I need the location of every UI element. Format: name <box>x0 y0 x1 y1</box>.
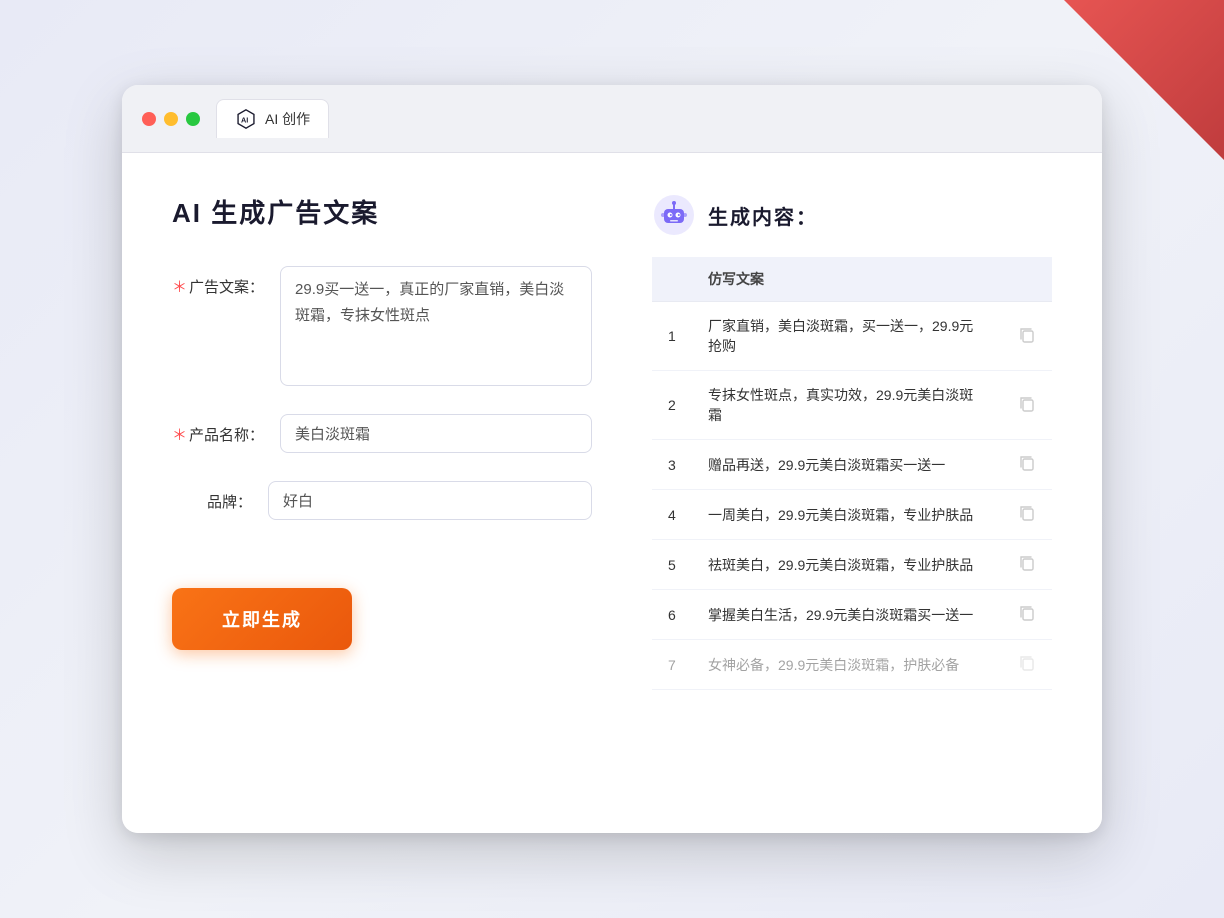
row-number: 1 <box>652 302 692 371</box>
browser-window: AI AI 创作 AI 生成广告文案 ＊广告文案： ＊产品名称： <box>122 85 1102 833</box>
tab-ai-creation[interactable]: AI AI 创作 <box>216 99 329 138</box>
table-row: 6掌握美白生活，29.9元美白淡斑霜买一送一 <box>652 590 1052 640</box>
copy-icon[interactable] <box>1018 654 1036 672</box>
row-text: 赠品再送，29.9元美白淡斑霜买一送一 <box>692 440 1002 490</box>
content-area: AI 生成广告文案 ＊广告文案： ＊产品名称： 品牌： 立即生成 <box>122 153 1102 833</box>
row-number: 5 <box>652 540 692 590</box>
results-table: 仿写文案 1厂家直销，美白淡斑霜，买一送一，29.9元抢购 2专抹女性斑点，真实… <box>652 257 1052 690</box>
maximize-button[interactable] <box>186 112 200 126</box>
required-mark-product: ＊ <box>172 427 187 444</box>
row-text: 厂家直销，美白淡斑霜，买一送一，29.9元抢购 <box>692 302 1002 371</box>
copy-icon[interactable] <box>1018 395 1036 413</box>
col-content: 仿写文案 <box>692 257 1002 302</box>
table-row: 4一周美白，29.9元美白淡斑霜，专业护肤品 <box>652 490 1052 540</box>
traffic-lights <box>142 112 200 126</box>
row-text: 祛斑美白，29.9元美白淡斑霜，专业护肤品 <box>692 540 1002 590</box>
table-row: 7女神必备，29.9元美白淡斑霜，护肤必备 <box>652 640 1052 690</box>
table-header-row: 仿写文案 <box>652 257 1052 302</box>
copy-icon[interactable] <box>1018 326 1036 344</box>
row-number: 3 <box>652 440 692 490</box>
row-number: 6 <box>652 590 692 640</box>
row-text: 一周美白，29.9元美白淡斑霜，专业护肤品 <box>692 490 1002 540</box>
table-row: 3赠品再送，29.9元美白淡斑霜买一送一 <box>652 440 1052 490</box>
minimize-button[interactable] <box>164 112 178 126</box>
table-row: 5祛斑美白，29.9元美白淡斑霜，专业护肤品 <box>652 540 1052 590</box>
table-row: 1厂家直销，美白淡斑霜，买一送一，29.9元抢购 <box>652 302 1052 371</box>
table-row: 2专抹女性斑点，真实功效，29.9元美白淡斑霜 <box>652 371 1052 440</box>
right-panel: 生成内容： 仿写文案 1厂家直销，美白淡斑霜，买一送一，29.9元抢购 2专抹女… <box>652 193 1052 793</box>
generate-button[interactable]: 立即生成 <box>172 588 352 650</box>
brand-group: 品牌： <box>172 481 592 520</box>
tab-label: AI 创作 <box>265 109 310 129</box>
left-panel: AI 生成广告文案 ＊广告文案： ＊产品名称： 品牌： 立即生成 <box>172 193 592 793</box>
ad-copy-label: ＊广告文案： <box>172 266 264 297</box>
product-name-input[interactable] <box>280 414 592 453</box>
product-name-label-text: 产品名称： <box>189 427 264 444</box>
row-number: 7 <box>652 640 692 690</box>
copy-icon[interactable] <box>1018 604 1036 622</box>
row-number: 4 <box>652 490 692 540</box>
page-title: AI 生成广告文案 <box>172 193 592 230</box>
brand-input[interactable] <box>268 481 592 520</box>
required-mark-ad: ＊ <box>172 279 187 296</box>
copy-icon[interactable] <box>1018 504 1036 522</box>
ad-copy-label-text: 广告文案： <box>189 279 264 296</box>
svg-text:AI: AI <box>241 116 248 125</box>
brand-label: 品牌： <box>172 481 252 512</box>
ai-hexagon-icon: AI <box>235 108 257 130</box>
product-name-label: ＊产品名称： <box>172 414 264 445</box>
col-num <box>652 257 692 302</box>
title-bar: AI AI 创作 <box>122 85 1102 153</box>
row-text: 女神必备，29.9元美白淡斑霜，护肤必备 <box>692 640 1002 690</box>
col-copy <box>1002 257 1052 302</box>
product-name-group: ＊产品名称： <box>172 414 592 453</box>
copy-icon[interactable] <box>1018 454 1036 472</box>
row-number: 2 <box>652 371 692 440</box>
ad-copy-input[interactable] <box>280 266 592 386</box>
ad-copy-group: ＊广告文案： <box>172 266 592 386</box>
row-text: 专抹女性斑点，真实功效，29.9元美白淡斑霜 <box>692 371 1002 440</box>
robot-icon <box>652 193 696 237</box>
copy-icon[interactable] <box>1018 554 1036 572</box>
close-button[interactable] <box>142 112 156 126</box>
row-text: 掌握美白生活，29.9元美白淡斑霜买一送一 <box>692 590 1002 640</box>
output-title: 生成内容： <box>708 201 818 230</box>
output-header: 生成内容： <box>652 193 1052 237</box>
